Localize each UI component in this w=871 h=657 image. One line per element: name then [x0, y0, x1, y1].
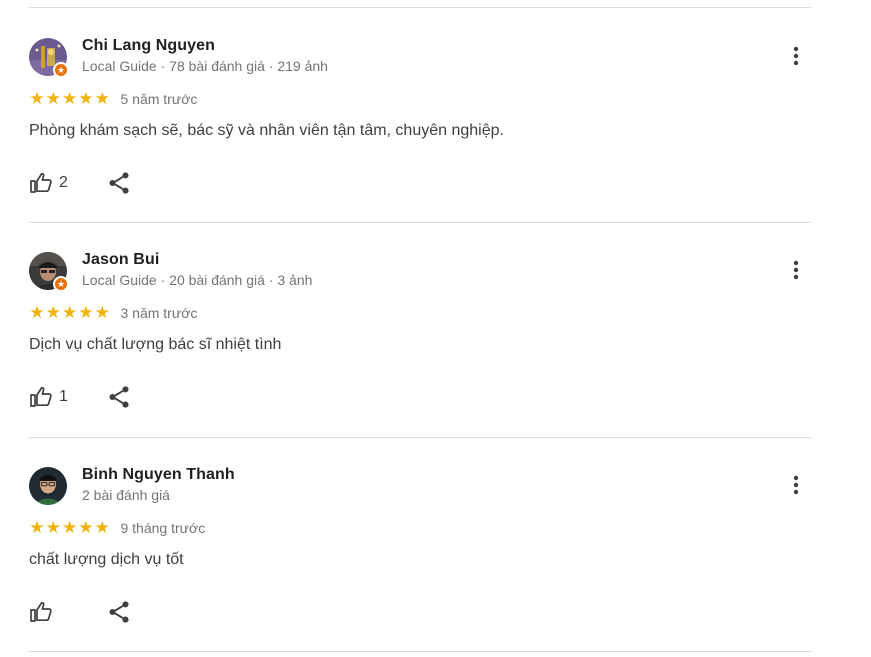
reviewer-name[interactable]: Chi Lang Nguyen	[82, 37, 215, 55]
review-card: Binh Nguyen Thanh 2 bài đánh giá ★ ★ ★ ★…	[29, 437, 811, 651]
reviewer-meta: 2 bài đánh giá	[82, 487, 170, 503]
thumbs-up-icon	[30, 172, 52, 193]
share-icon	[109, 601, 129, 623]
more-options-button[interactable]	[784, 44, 808, 68]
thumbs-up-icon	[30, 386, 52, 407]
reviews-list: ★ Chi Lang Nguyen Local Guide · 78 bài đ…	[0, 0, 871, 657]
star-icon: ★	[78, 518, 94, 537]
review-card: ★ Jason Bui Local Guide · 20 bài đánh gi…	[29, 222, 811, 436]
share-button[interactable]	[106, 384, 132, 410]
avatar[interactable]: ★	[29, 252, 69, 292]
reviewer-name[interactable]: Jason Bui	[82, 251, 159, 269]
star-icon: ★	[29, 303, 45, 322]
more-options-button[interactable]	[784, 258, 808, 282]
star-icon: ★	[45, 303, 61, 322]
avatar[interactable]	[29, 467, 67, 505]
review-date: 9 tháng trước	[120, 520, 206, 536]
review-date: 5 năm trước	[120, 91, 198, 107]
review-text: Dịch vụ chất lượng bác sĩ nhiệt tình	[29, 336, 282, 353]
star-icon: ★	[29, 518, 45, 537]
star-rating: ★ ★ ★ ★ ★ 5 năm trước	[29, 90, 197, 108]
star-icon: ★	[45, 89, 61, 108]
star-icon: ★	[78, 303, 94, 322]
thumbs-up-icon	[30, 601, 52, 622]
local-guide-badge-icon: ★	[53, 276, 69, 292]
review-text: Phòng khám sạch sẽ, bác sỹ và nhân viên …	[29, 122, 504, 139]
like-count: 1	[59, 388, 68, 405]
share-icon	[109, 386, 129, 408]
avatar[interactable]: ★	[29, 38, 69, 78]
star-rating: ★ ★ ★ ★ ★ 3 năm trước	[29, 304, 197, 322]
star-rating: ★ ★ ★ ★ ★ 9 tháng trước	[29, 519, 205, 537]
star-icon: ★	[94, 89, 110, 108]
star-icon: ★	[94, 518, 110, 537]
like-count: 2	[59, 174, 68, 191]
local-guide-badge-icon: ★	[53, 62, 69, 78]
avatar-image	[29, 467, 67, 505]
star-icon: ★	[61, 303, 78, 322]
share-icon	[109, 172, 129, 194]
divider	[29, 651, 811, 652]
like-button[interactable]: 2	[29, 170, 68, 196]
share-button[interactable]	[106, 170, 132, 196]
star-icon: ★	[61, 89, 78, 108]
reviewer-meta: Local Guide · 20 bài đánh giá · 3 ảnh	[82, 272, 313, 288]
star-icon: ★	[29, 89, 45, 108]
star-icon: ★	[45, 518, 61, 537]
more-options-button[interactable]	[784, 473, 808, 497]
star-icon: ★	[94, 303, 110, 322]
like-button[interactable]: 1	[29, 384, 68, 410]
star-icon: ★	[61, 518, 78, 537]
review-text: chất lượng dịch vụ tốt	[29, 551, 184, 568]
review-date: 3 năm trước	[120, 305, 198, 321]
star-icon: ★	[78, 89, 94, 108]
review-card: ★ Chi Lang Nguyen Local Guide · 78 bài đ…	[29, 8, 811, 222]
more-vert-icon	[793, 46, 799, 66]
reviewer-name[interactable]: Binh Nguyen Thanh	[82, 466, 235, 484]
more-vert-icon	[793, 475, 799, 495]
share-button[interactable]	[106, 599, 132, 625]
more-vert-icon	[793, 260, 799, 280]
reviewer-meta: Local Guide · 78 bài đánh giá · 219 ảnh	[82, 58, 328, 74]
like-button[interactable]	[29, 599, 59, 625]
